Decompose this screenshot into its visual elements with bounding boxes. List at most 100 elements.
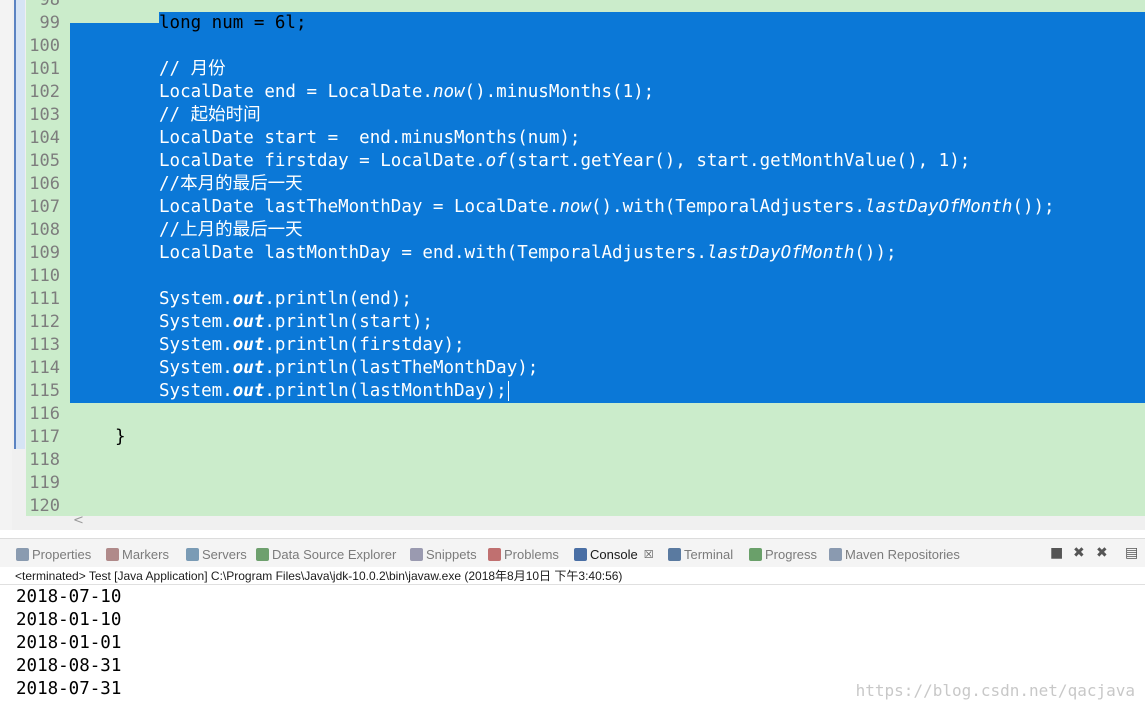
code-line[interactable]: LocalDate lastMonthDay = end.with(Tempor… — [70, 242, 1145, 265]
code-line-text: LocalDate firstday = LocalDate.of(start.… — [159, 151, 971, 171]
code-line-text: //上月的最后一天 — [159, 220, 303, 240]
tab-terminal[interactable]: Terminal — [668, 545, 733, 563]
line-number: 104 — [29, 128, 60, 148]
code-line-text: //本月的最后一天 — [159, 174, 303, 194]
line-number: 111 — [29, 289, 60, 309]
code-line[interactable]: long num = 6l; — [70, 12, 1145, 35]
code-line-text: System.out.println(start); — [159, 312, 433, 332]
console-output-line: 2018-08-31 — [16, 656, 122, 676]
code-line-text: LocalDate end = LocalDate.now().minusMon… — [159, 82, 655, 102]
tab-label: Progress — [765, 546, 818, 562]
line-number: 112 — [29, 312, 60, 332]
code-line-text: long num = 6l; — [159, 13, 307, 33]
line-number: 103 — [29, 105, 60, 125]
code-line-text: System.out.println(lastMonthDay); — [159, 381, 509, 401]
code-line-text: LocalDate lastMonthDay = end.with(Tempor… — [159, 243, 897, 263]
line-number: 108 — [29, 220, 60, 240]
tab-label: Console — [590, 546, 638, 562]
horizontal-scrollbar[interactable]: < — [70, 513, 1145, 530]
tab-markers[interactable]: Markers — [106, 545, 169, 563]
code-line[interactable]: System.out.println(lastTheMonthDay); — [70, 357, 1145, 380]
tab-label: Servers — [202, 546, 247, 562]
code-line[interactable]: System.out.println(end); — [70, 288, 1145, 311]
line-number: 113 — [29, 335, 60, 355]
code-line-text: LocalDate lastTheMonthDay = LocalDate.no… — [159, 197, 1055, 217]
code-line-text: System.out.println(lastTheMonthDay); — [159, 358, 539, 378]
tab-snippets[interactable]: Snippets — [410, 545, 477, 563]
watermark-text: https://blog.csdn.net/qacjava — [855, 681, 1135, 700]
line-number: 110 — [29, 266, 60, 286]
code-line[interactable]: LocalDate start = end.minusMonths(num); — [70, 127, 1145, 150]
console-output-line: 2018-07-10 — [16, 587, 122, 607]
tab-problems[interactable]: Problems — [488, 545, 559, 563]
code-text-area[interactable]: long num = 6l; // 月份 LocalDate end = Local… — [70, 0, 1145, 516]
tab-progress[interactable]: Progress — [749, 545, 817, 563]
tab-label: Data Source Explorer — [272, 546, 397, 562]
line-number-ruler: 98 99 100 101 102 103 104 105 106 107 108 109 110 111… — [26, 0, 70, 516]
snippets-icon — [410, 547, 423, 561]
views-tab-bar: Properties Markers Servers Data Source Expl… — [0, 538, 1145, 567]
tab-maven-repositories[interactable]: Maven Repositories — [829, 545, 960, 563]
servers-icon — [186, 547, 199, 561]
terminal-icon — [668, 547, 681, 561]
tab-label: Terminal — [684, 546, 734, 562]
code-line[interactable]: //本月的最后一天 — [70, 173, 1145, 196]
code-line[interactable]: //上月的最后一天 — [70, 219, 1145, 242]
code-line[interactable]: System.out.println(lastMonthDay); — [70, 380, 1145, 403]
line-number: 114 — [29, 358, 60, 378]
code-line-text: LocalDate start = end.minusMonths(num); — [159, 128, 581, 148]
code-line[interactable] — [70, 265, 1145, 288]
tab-label: Markers — [122, 546, 169, 562]
tab-label: Properties — [32, 546, 92, 562]
line-number: 102 — [29, 82, 60, 102]
console-menu-icon[interactable]: ▤ — [1125, 545, 1138, 561]
code-line[interactable]: // 月份 — [70, 58, 1145, 81]
code-line[interactable]: System.out.println(firstday); — [70, 334, 1145, 357]
remove-all-icon[interactable]: ✖ — [1096, 545, 1108, 561]
code-line[interactable]: LocalDate lastTheMonthDay = LocalDate.no… — [70, 196, 1145, 219]
code-line-text: } — [115, 427, 126, 447]
tab-label: Snippets — [426, 546, 477, 562]
text-cursor — [507, 381, 509, 401]
tab-label: Maven Repositories — [845, 546, 960, 562]
remove-launch-icon[interactable]: ✖ — [1073, 545, 1085, 561]
line-number: 119 — [29, 473, 60, 493]
line-number: 116 — [29, 404, 60, 424]
editor-left-margin — [0, 0, 12, 530]
quick-diff-ruler — [14, 0, 25, 449]
line-number: 120 — [29, 496, 60, 516]
code-line[interactable]: LocalDate firstday = LocalDate.of(start.… — [70, 150, 1145, 173]
data-source-icon — [256, 547, 269, 561]
tab-servers[interactable]: Servers — [186, 545, 247, 563]
code-line-text: System.out.println(end); — [159, 289, 412, 309]
terminate-icon[interactable]: ■ — [1050, 545, 1063, 561]
line-number: 99 — [39, 13, 60, 33]
progress-icon — [749, 547, 762, 561]
line-number: 105 — [29, 151, 60, 171]
scroll-left-arrow-icon[interactable]: < — [73, 513, 84, 528]
code-line[interactable] — [70, 35, 1145, 58]
tab-properties[interactable]: Properties — [16, 545, 91, 563]
line-number: 109 — [29, 243, 60, 263]
code-line[interactable]: LocalDate end = LocalDate.now().minusMon… — [70, 81, 1145, 104]
code-line[interactable]: } — [70, 426, 1145, 449]
tab-data-source-explorer[interactable]: Data Source Explorer — [256, 545, 396, 563]
code-editor[interactable]: 98 99 100 101 102 103 104 105 106 107 108 109 110 111… — [0, 0, 1145, 530]
console-output-line: 2018-07-31 — [16, 679, 122, 699]
code-line[interactable]: System.out.println(start); — [70, 311, 1145, 334]
code-line-text: // 起始时间 — [159, 105, 261, 125]
line-number: 98 — [39, 0, 60, 10]
line-number: 118 — [29, 450, 60, 470]
console-output-line: 2018-01-10 — [16, 610, 122, 630]
close-icon[interactable]: ☒ — [644, 548, 654, 561]
problems-icon — [488, 547, 501, 561]
console-icon — [574, 547, 587, 561]
console-output-area[interactable]: https://blog.csdn.net/qacjava 2018-07-10… — [0, 586, 1145, 708]
line-number: 117 — [29, 427, 60, 447]
code-line[interactable]: // 起始时间 — [70, 104, 1145, 127]
code-line-text: // 月份 — [159, 59, 226, 79]
tab-console[interactable]: Console ☒ — [574, 545, 654, 563]
console-output-line: 2018-01-01 — [16, 633, 122, 653]
properties-icon — [16, 547, 29, 561]
code-line-text: System.out.println(firstday); — [159, 335, 465, 355]
